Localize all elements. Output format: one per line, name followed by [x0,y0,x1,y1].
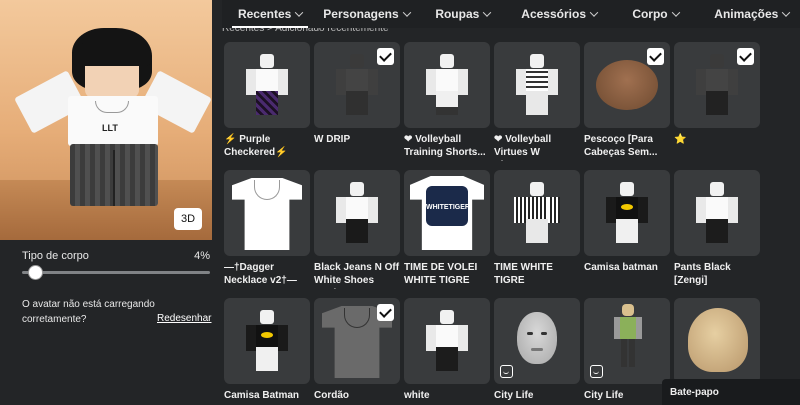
checkmark-icon [377,304,394,321]
item-thumbnail [314,298,400,384]
item-thumbnail: WHITETIGER [404,170,490,256]
chat-button[interactable]: Bate-papo [662,379,800,405]
item-thumbnail [314,170,400,256]
avatar-preview: LLT 3D [0,0,212,240]
chevron-down-icon [483,8,492,17]
item-name: ❤ Volleyball Virtues W Sleeve... [494,134,552,161]
item-card[interactable]: ❤ Volleyball Virtues W Sleeve... [494,42,580,161]
item-name: ⭐ [674,134,687,145]
item-name: Black Jeans N Off White Shoes Cool... [314,262,400,289]
tab-recentes[interactable]: Recentes [222,0,318,28]
item-thumbnail [494,298,580,384]
category-tabs: Recentes Personagens Roupas Acessórios C… [222,0,800,28]
item-card[interactable]: City Life [494,298,580,405]
item-name: Camisa batman [584,262,658,273]
item-name: Pescoço [Para Cabeças Sem... [584,134,658,158]
checkmark-icon [377,48,394,65]
body-type-label: Tipo de corpo [22,250,89,262]
chevron-down-icon [402,8,411,17]
item-card[interactable]: ⭐ [674,42,760,161]
tab-animacoes[interactable]: Animações [704,0,800,28]
item-thumbnail [674,42,760,128]
item-name: white [404,390,430,401]
item-name: ⚡ Purple Checkered⚡ [224,134,288,158]
item-thumbnail [224,298,310,384]
item-thumbnail [674,298,760,384]
item-card[interactable]: Camisa batman [584,170,670,289]
item-thumbnail [584,170,670,256]
item-card[interactable]: ⚡ Purple Checkered⚡ [224,42,310,161]
item-card[interactable]: Cordão [314,298,400,405]
tab-corpo[interactable]: Corpo [607,0,703,28]
item-thumbnail [494,170,580,256]
item-name: TIME WHITE TIGRE [494,262,553,286]
checkmark-icon [737,48,754,65]
item-thumbnail [404,42,490,128]
checkmark-icon [647,48,664,65]
item-thumbnail [494,42,580,128]
body-type-value: 4% [194,250,210,262]
item-name: Pants Black [Zengi] [674,262,731,286]
view-3d-button[interactable]: 3D [174,208,202,230]
item-card[interactable]: W DRIP [314,42,400,161]
item-name: City Life [584,390,624,401]
tab-roupas[interactable]: Roupas [415,0,511,28]
item-card[interactable]: Pants Black [Zengi] [674,170,760,289]
item-name: Cordão [314,390,349,401]
body-type-slider-thumb[interactable] [29,266,42,279]
item-card[interactable]: Camisa Batman [224,298,310,405]
item-card[interactable]: TIME WHITE TIGRE [494,170,580,289]
item-name: Camisa Batman [224,390,300,401]
item-thumbnail [584,298,670,384]
avatar-shirt-text: LLT [102,123,118,133]
tab-acessorios[interactable]: Acessórios [511,0,607,28]
item-card[interactable]: WHITETIGER TIME DE VOLEI WHITE TIGRE [404,170,490,289]
chevron-down-icon [782,8,791,17]
item-card[interactable]: Black Jeans N Off White Shoes Cool... [314,170,400,289]
tab-personagens[interactable]: Personagens [318,0,414,28]
chevron-down-icon [589,8,599,17]
item-name: W DRIP [314,134,351,145]
chevron-down-icon [295,8,304,17]
item-card[interactable]: white [404,298,490,405]
item-name: —†Dagger Necklace v2†— [224,262,297,286]
item-card[interactable]: —†Dagger Necklace v2†— [224,170,310,289]
item-thumbnail [224,170,310,256]
animation-badge-icon [500,365,513,378]
chevron-down-icon [671,8,680,17]
animation-badge-icon [590,365,603,378]
item-thumbnail [224,42,310,128]
item-name: ❤ Volleyball Training Shorts... [404,134,486,158]
item-name: City Life [494,390,534,401]
item-thumbnail [584,42,670,128]
item-thumbnail [404,298,490,384]
item-card[interactable]: Pescoço [Para Cabeças Sem... [584,42,670,161]
item-thumbnail [314,42,400,128]
item-name: TIME DE VOLEI WHITE TIGRE [404,262,478,286]
body-type-slider-track[interactable] [22,271,210,274]
item-card[interactable]: City Life [584,298,670,405]
item-thumbnail [674,170,760,256]
item-card[interactable]: ❤ Volleyball Training Shorts... [404,42,490,161]
redraw-link[interactable]: Redesenhar [157,313,211,324]
breadcrumb[interactable]: Recentes > Adicionado recentemente [222,28,389,36]
tiger-logo-text: WHITETIGER [426,204,470,211]
